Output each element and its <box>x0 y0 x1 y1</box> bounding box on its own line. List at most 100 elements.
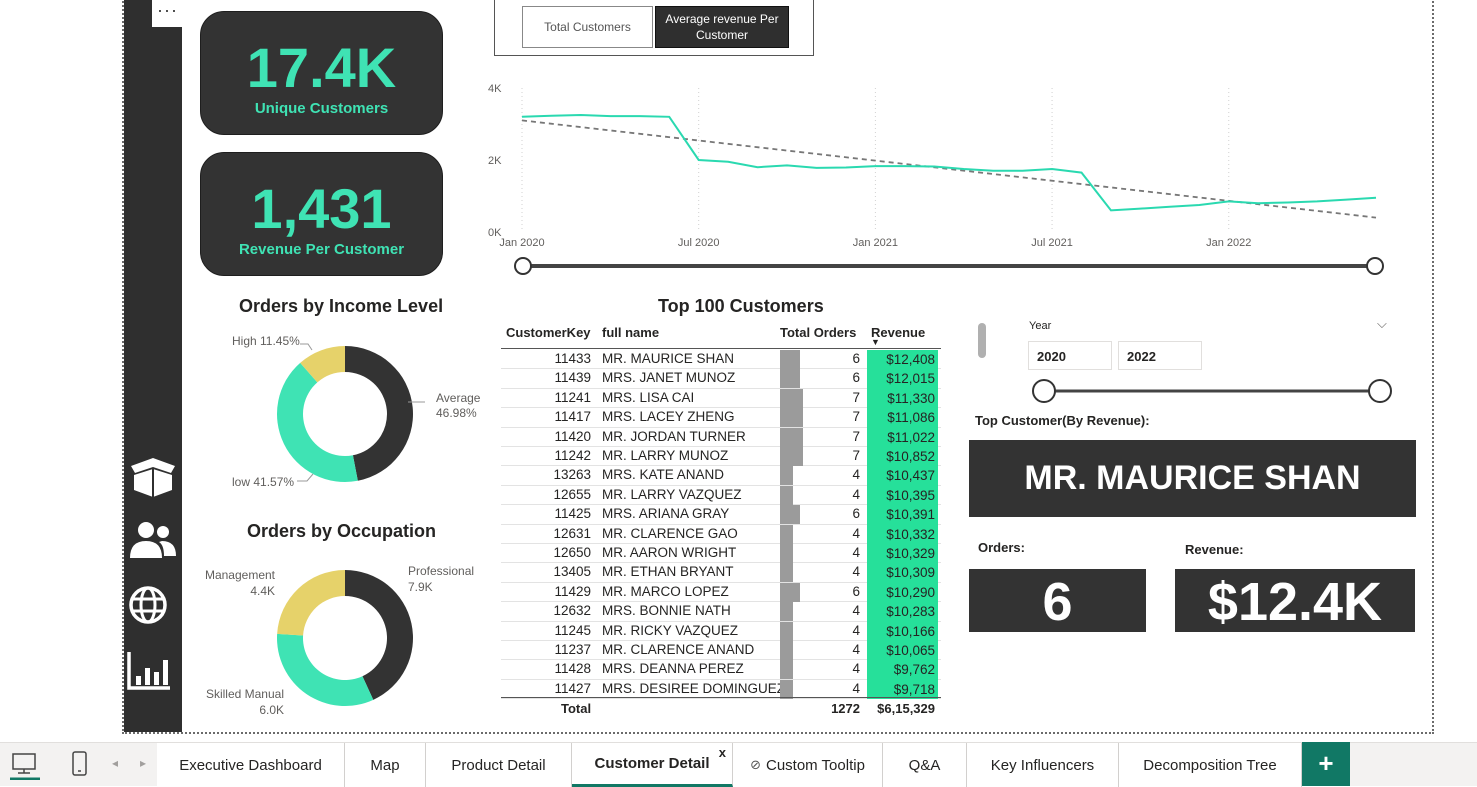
page-tab-bar: ◂ ▸ Executive Dashboard Map Product Deta… <box>0 742 1477 787</box>
cell-total-orders: 4 <box>852 467 860 483</box>
table-row[interactable]: 11242 MR. LARRY MUNOZ 7 $10,852 <box>501 447 941 467</box>
cell-total-orders: 7 <box>852 389 860 405</box>
tab-customer-detail[interactable]: Customer Detail x <box>572 743 733 787</box>
cell-customerkey: 12655 <box>553 486 591 502</box>
cell-customerkey: 11245 <box>554 622 591 638</box>
top-customer-name: MR. MAURICE SHAN <box>969 440 1416 517</box>
cell-fullname: MR. LARRY MUNOZ <box>602 448 729 463</box>
mobile-view-icon[interactable] <box>71 751 89 777</box>
desktop-view-icon[interactable] <box>10 752 40 780</box>
tab-scroll-right-icon[interactable]: ▸ <box>140 756 146 770</box>
occupation-professional-name: Professional <box>408 564 475 578</box>
occupation-management-value: 4.4K <box>250 584 275 598</box>
unique-customers-card: 17.4K Unique Customers <box>200 11 443 135</box>
cell-revenue: $12,015 <box>867 369 938 389</box>
date-range-slider[interactable] <box>510 255 1390 277</box>
cell-fullname: MRS. LISA CAI <box>602 389 695 405</box>
box-icon[interactable] <box>126 456 180 498</box>
sort-desc-icon: ▼ <box>871 337 880 347</box>
avg-revenue-button[interactable]: Average revenue Per Customer <box>655 6 789 48</box>
x-tick-label: Jan 2020 <box>499 237 544 249</box>
cell-total-orders: 4 <box>852 525 860 541</box>
slider-start-handle[interactable] <box>514 257 532 275</box>
cell-total-orders: 6 <box>852 583 860 599</box>
occupation-chart-title: Orders by Occupation <box>247 521 437 541</box>
cell-fullname: MRS. LACEY ZHENG <box>602 409 735 425</box>
table-row[interactable]: 11245 MR. RICKY VAZQUEZ 4 $10,166 <box>501 621 941 641</box>
col-customerkey[interactable]: CustomerKey <box>506 325 591 340</box>
table-row[interactable]: 13263 MRS. KATE ANAND 4 $10,437 <box>501 466 941 486</box>
table-row[interactable]: 12632 MRS. BONNIE NATH 4 $10,283 <box>501 602 941 622</box>
users-icon[interactable] <box>126 520 180 562</box>
table-row[interactable]: 11241 MRS. LISA CAI 7 $11,330 <box>501 388 941 409</box>
cell-customerkey: 11425 <box>554 506 591 522</box>
occupation-skilled-value: 6.0K <box>259 703 284 717</box>
cell-customerkey: 11429 <box>554 583 591 599</box>
cell-revenue: $10,166 <box>867 621 938 641</box>
year-from-input[interactable]: 2020 <box>1028 341 1112 370</box>
slider-end-handle[interactable] <box>1366 257 1384 275</box>
occupation-management-name: Management <box>204 568 275 582</box>
cell-customerkey: 11428 <box>554 661 591 677</box>
cell-customerkey: 12631 <box>553 525 591 541</box>
year-range-slider[interactable] <box>1030 378 1396 404</box>
tab-decomposition-tree[interactable]: Decomposition Tree <box>1119 743 1302 787</box>
cell-total-orders: 4 <box>852 661 860 677</box>
table-row[interactable]: 12631 MR. CLARENCE GAO 4 $10,332 <box>501 524 941 544</box>
y-tick-label: 4K <box>488 83 502 95</box>
table-title: Top 100 Customers <box>658 296 824 316</box>
add-page-button[interactable]: + <box>1302 742 1350 786</box>
table-scrollbar[interactable] <box>978 323 986 358</box>
table-total-row: Total 1272 $6,15,329 <box>501 697 941 719</box>
table-row[interactable]: 11428 MRS. DEANNA PEREZ 4 $9,762 <box>501 660 941 680</box>
tab-key-influencers[interactable]: Key Influencers <box>967 743 1119 787</box>
cell-revenue: $10,395 <box>867 485 938 506</box>
tab-qna[interactable]: Q&A <box>883 743 967 787</box>
x-tick-label: Jul 2020 <box>678 237 720 249</box>
report-canvas: ··· 17.4K Unique Customers 1,431 Revenue… <box>0 0 1477 787</box>
donut-slice-skilled-manual[interactable] <box>277 633 374 706</box>
total-customers-button[interactable]: Total Customers <box>522 6 653 48</box>
table-row[interactable]: 11420 MR. JORDAN TURNER 7 $11,022 <box>501 427 941 447</box>
donut-slice-management[interactable] <box>277 570 345 636</box>
tab-scroll-left-icon[interactable]: ◂ <box>112 756 118 770</box>
col-fullname[interactable]: full name <box>602 325 659 340</box>
chevron-down-icon[interactable]: ⌵ <box>1377 316 1387 332</box>
table-row[interactable]: 12650 MR. AARON WRIGHT 4 $10,329 <box>501 544 941 564</box>
cell-total-orders: 7 <box>852 448 860 463</box>
table-row[interactable]: 11417 MRS. LACEY ZHENG 7 $11,086 <box>501 408 941 428</box>
table-row[interactable]: 11439 MRS. JANET MUNOZ 6 $12,015 <box>501 369 941 389</box>
year-slider-start-handle[interactable] <box>1032 379 1056 403</box>
close-tab-icon[interactable]: x <box>719 745 726 760</box>
cell-fullname: MRS. DESIREE DOMINGUEZ <box>602 680 786 696</box>
table-row[interactable]: 11425 MRS. ARIANA GRAY 6 $10,391 <box>501 505 941 525</box>
revenue-line-chart: 4K2K0KJan 2020 Jul 2020 Jan 2021 Jul 2021 Ja… <box>488 83 1377 249</box>
revenue-per-customer-card: 1,431 Revenue Per Customer <box>200 152 443 276</box>
table-row[interactable]: 12655 MR. LARRY VAZQUEZ 4 $10,395 <box>501 485 941 506</box>
more-options-icon[interactable]: ··· <box>152 0 183 27</box>
globe-icon[interactable] <box>126 584 180 626</box>
cell-revenue: $11,330 <box>867 388 938 409</box>
cell-fullname: MR. CLARENCE ANAND <box>602 642 755 657</box>
cell-customerkey: 13405 <box>553 564 591 580</box>
tab-executive-dashboard[interactable]: Executive Dashboard <box>157 743 345 787</box>
cell-customerkey: 11237 <box>554 642 591 657</box>
col-total-orders[interactable]: Total Orders <box>780 325 856 340</box>
year-to-input[interactable]: 2022 <box>1118 341 1202 370</box>
tab-custom-tooltip[interactable]: ⊘ Custom Tooltip <box>733 743 883 787</box>
cell-total-orders: 4 <box>852 603 860 619</box>
year-slider-end-handle[interactable] <box>1368 379 1392 403</box>
table-row[interactable]: 11429 MR. MARCO LOPEZ 6 $10,290 <box>501 582 941 603</box>
tab-map[interactable]: Map <box>345 743 426 787</box>
table-row[interactable]: 11237 MR. CLARENCE ANAND 4 $10,065 <box>501 641 941 661</box>
cell-revenue: $10,065 <box>867 641 938 661</box>
table-row[interactable]: 11433 MR. MAURICE SHAN 6 $12,408 <box>501 350 941 370</box>
revenue-label: Revenue: <box>1185 542 1244 557</box>
cell-customerkey: 11439 <box>554 370 591 386</box>
occupation-management-label: Management 4.4K <box>203 567 275 599</box>
year-slicer-label: Year <box>1029 320 1052 332</box>
cell-customerkey: 11427 <box>554 680 591 696</box>
tab-product-detail[interactable]: Product Detail <box>426 743 572 787</box>
bar-chart-icon[interactable] <box>126 650 180 692</box>
table-row[interactable]: 13405 MR. ETHAN BRYANT 4 $10,309 <box>501 563 941 583</box>
